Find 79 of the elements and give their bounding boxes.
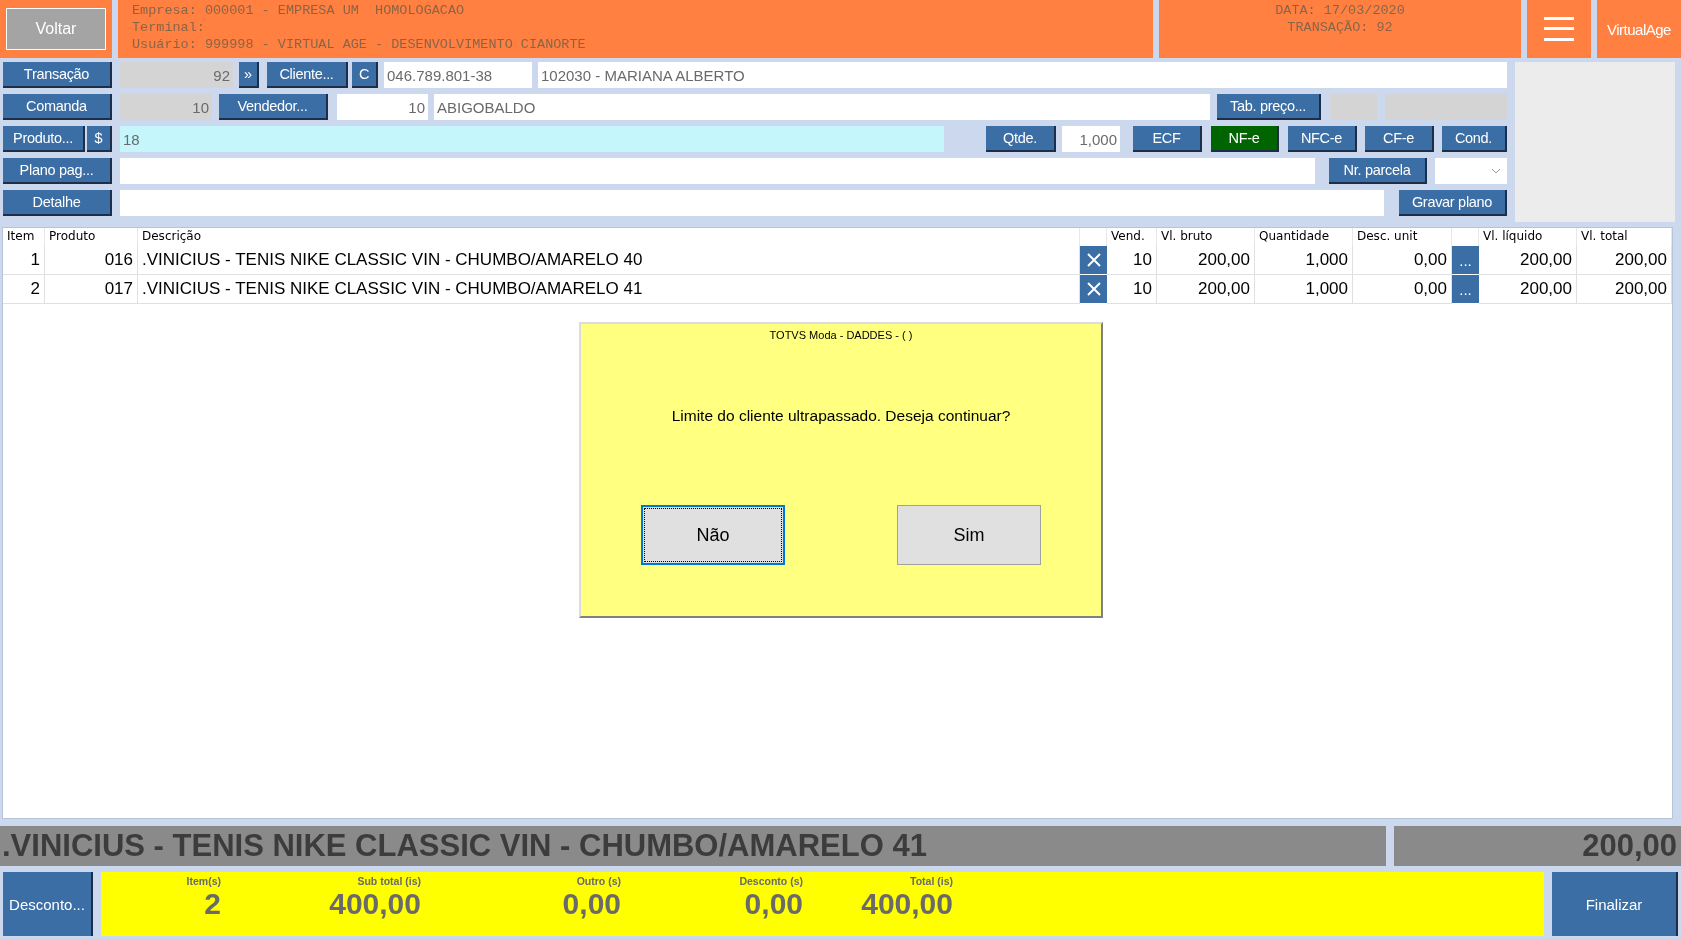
total-label: Outro (s) bbox=[576, 874, 621, 887]
column-header: Vl. bruto bbox=[1157, 228, 1255, 246]
dialog-message: Limite do cliente ultrapassado. Deseja continuar? bbox=[671, 407, 1011, 425]
dialog-button[interactable]: Não bbox=[641, 505, 785, 565]
form-button[interactable]: Comanda bbox=[3, 94, 112, 120]
chevron-down-icon bbox=[1491, 168, 1501, 174]
form-button[interactable]: Cond. bbox=[1442, 126, 1507, 152]
form-button[interactable]: CF-e bbox=[1365, 126, 1434, 152]
detail-button[interactable]: ... bbox=[1452, 275, 1479, 303]
input-field[interactable]: 102030 - MARIANA ALBERTO bbox=[538, 62, 1507, 88]
total-label: Sub total (is) bbox=[357, 874, 421, 887]
form-button[interactable]: $ bbox=[87, 126, 112, 152]
menu-icon[interactable] bbox=[1527, 0, 1591, 58]
table-cell: 10 bbox=[1107, 275, 1157, 304]
total-value: 2 bbox=[204, 887, 221, 921]
form-button[interactable]: Cliente... bbox=[267, 62, 348, 88]
form-button[interactable]: NFC-e bbox=[1288, 126, 1357, 152]
company-info: Empresa: 000001 - EMPRESA UM HOMOLOGACAO Terminal: Usuário: 999998 - VIRTUAL AGE - DESENVOLVIMENTO CIANORTE bbox=[118, 0, 1153, 58]
input-field[interactable]: 046.789.801-38 bbox=[384, 62, 532, 88]
form-button[interactable]: NF-e bbox=[1211, 126, 1279, 152]
form-button[interactable]: Produto... bbox=[3, 126, 85, 152]
total-label: Total (is) bbox=[910, 874, 953, 887]
total-value: 400,00 bbox=[861, 887, 953, 921]
current-item-description: .VINICIUS - TENIS NIKE CLASSIC VIN - CHUMBO/AMARELO 41 bbox=[0, 826, 1386, 866]
table-cell: 200,00 bbox=[1577, 275, 1672, 304]
form-button[interactable]: Qtde. bbox=[986, 126, 1056, 152]
table-cell: 017 bbox=[45, 275, 138, 304]
table-cell: 2 bbox=[3, 275, 45, 304]
table-cell: 1,000 bbox=[1255, 246, 1353, 275]
column-header: Quantidade bbox=[1255, 228, 1353, 246]
table-cell: 10 bbox=[1107, 246, 1157, 275]
date-info: DATA: 17/03/2020 TRANSAÇÃO: 92 bbox=[1159, 0, 1521, 58]
input-field[interactable]: 1,000 bbox=[1062, 126, 1120, 152]
dialog-title: TOTVS Moda - DADDES - ( ) bbox=[769, 329, 913, 341]
form-button[interactable]: Nr. parcela bbox=[1329, 158, 1427, 184]
table-cell: 200,00 bbox=[1577, 246, 1672, 275]
table-cell: 200,00 bbox=[1157, 246, 1255, 275]
form-button[interactable]: ECF bbox=[1133, 126, 1202, 152]
form-button[interactable]: Plano pag... bbox=[3, 158, 112, 184]
current-item-value: 200,00 bbox=[1394, 826, 1681, 866]
column-header: Vend. bbox=[1107, 228, 1157, 246]
input-field[interactable]: 10 bbox=[337, 94, 428, 120]
column-header: Produto bbox=[45, 228, 138, 246]
close-icon[interactable] bbox=[1080, 246, 1107, 274]
dialog-button[interactable]: Sim bbox=[897, 505, 1041, 565]
dropdown[interactable] bbox=[1435, 158, 1507, 184]
input-field[interactable]: ABIGOBALDO bbox=[434, 94, 1210, 120]
total-label: Desconto (s) bbox=[739, 874, 803, 887]
input-field[interactable]: 18 bbox=[120, 126, 944, 152]
column-header: Descrição bbox=[138, 228, 1080, 246]
form-button[interactable]: Vendedor... bbox=[219, 94, 328, 120]
column-header: Vl. total bbox=[1577, 228, 1672, 246]
input-field[interactable] bbox=[120, 190, 1384, 216]
close-icon[interactable] bbox=[1080, 275, 1107, 303]
table-cell: .VINICIUS - TENIS NIKE CLASSIC VIN - CHUMBO/AMARELO 40 bbox=[138, 246, 1080, 275]
form-button[interactable]: C bbox=[352, 62, 378, 88]
discount-button[interactable]: Desconto... bbox=[3, 872, 93, 936]
table-cell: 200,00 bbox=[1479, 275, 1577, 304]
table-cell: 1,000 bbox=[1255, 275, 1353, 304]
total-label: Item(s) bbox=[186, 874, 221, 887]
input-field[interactable] bbox=[120, 158, 1315, 184]
form-button[interactable]: Tab. preço... bbox=[1217, 94, 1321, 120]
table-cell: 200,00 bbox=[1479, 246, 1577, 275]
column-header: Vl. líquido bbox=[1479, 228, 1577, 246]
total-value: 400,00 bbox=[329, 887, 421, 921]
column-header: Desc. unit bbox=[1353, 228, 1452, 246]
table-cell: 016 bbox=[45, 246, 138, 275]
column-header: Item bbox=[3, 228, 45, 246]
form-button[interactable]: Detalhe bbox=[3, 190, 112, 216]
form-button[interactable]: Transação bbox=[3, 62, 112, 88]
table-cell: 200,00 bbox=[1157, 275, 1255, 304]
table-cell: 1 bbox=[3, 246, 45, 275]
total-value: 0,00 bbox=[744, 887, 803, 921]
form-button[interactable]: » bbox=[239, 62, 259, 88]
finish-button[interactable]: Finalizar bbox=[1552, 872, 1678, 936]
total-value: 0,00 bbox=[562, 887, 621, 921]
form-button[interactable]: Gravar plano bbox=[1399, 190, 1507, 216]
detail-button[interactable]: ... bbox=[1452, 246, 1479, 274]
table-cell: .VINICIUS - TENIS NIKE CLASSIC VIN - CHUMBO/AMARELO 41 bbox=[138, 275, 1080, 304]
